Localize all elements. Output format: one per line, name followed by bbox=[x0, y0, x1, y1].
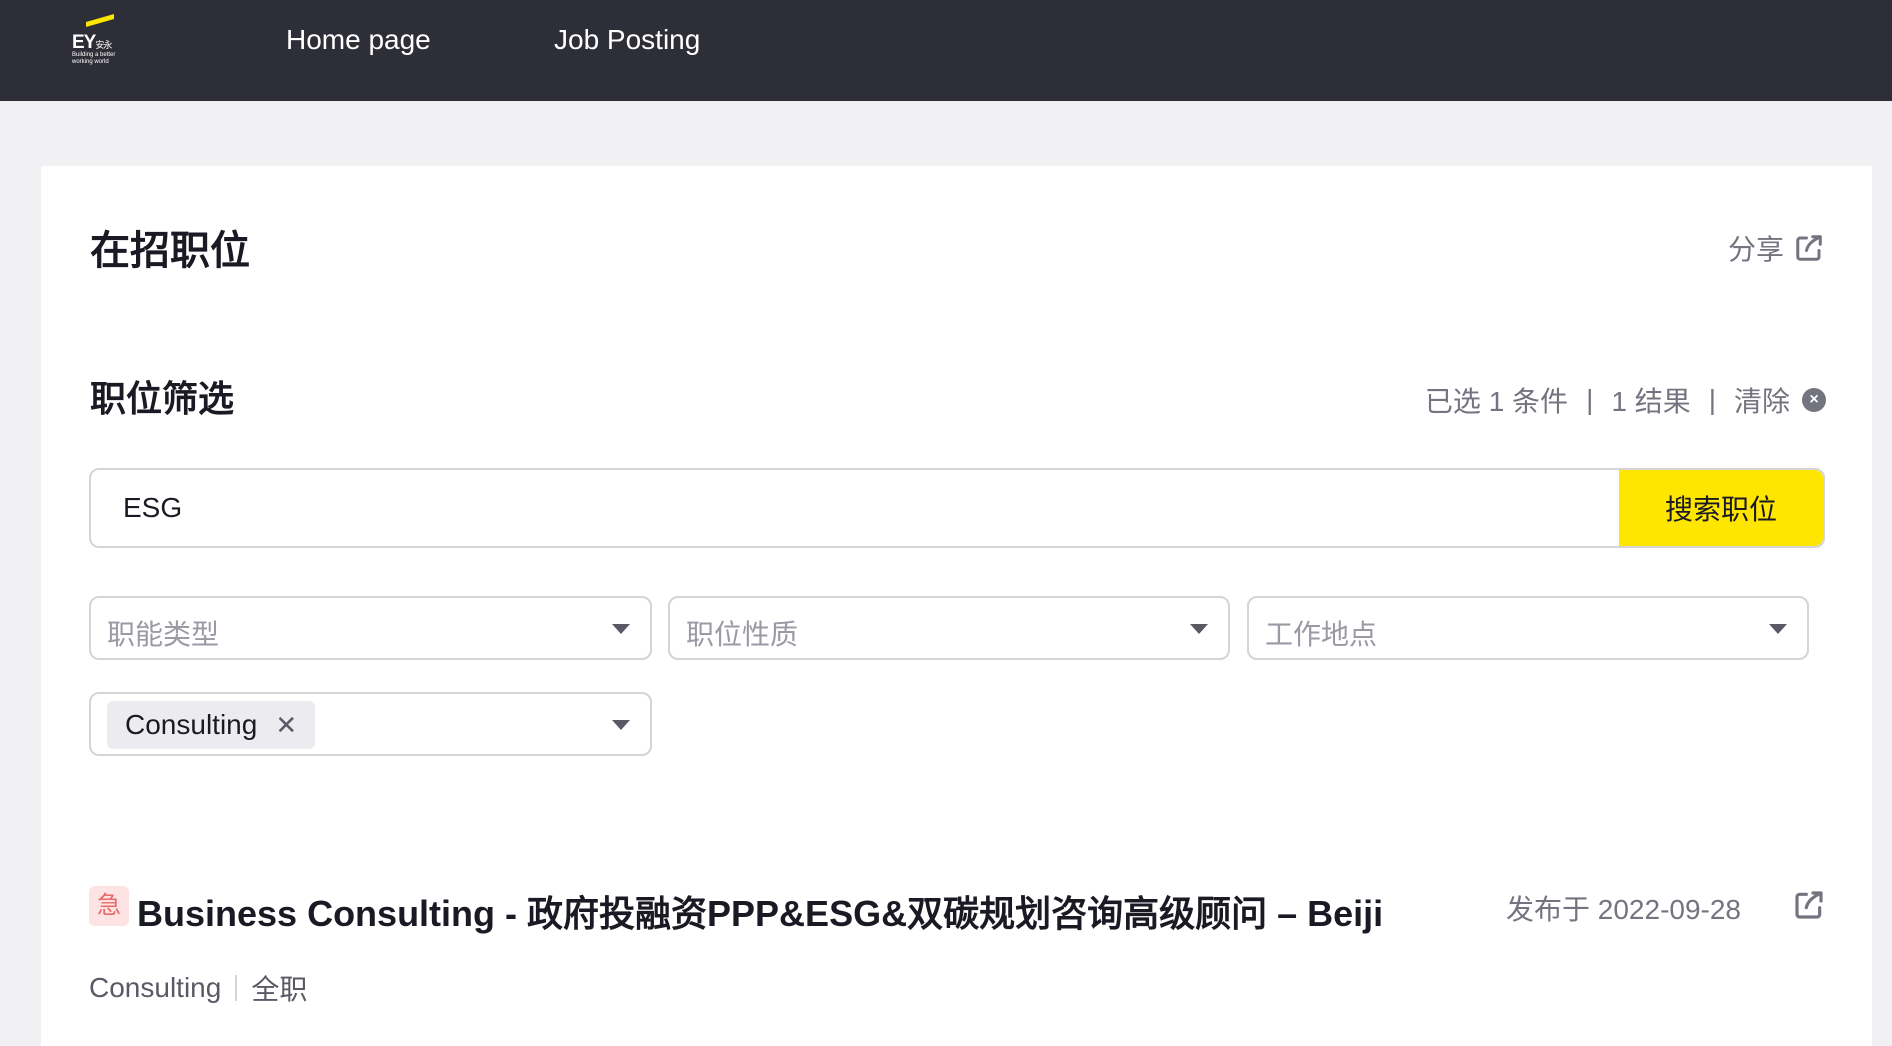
job-category: Consulting bbox=[89, 972, 222, 1003]
ey-logo[interactable]: EY安永 Building a better working world bbox=[68, 13, 118, 66]
chip-label: Consulting bbox=[125, 709, 258, 740]
select-placeholder: 工作地点 bbox=[1265, 619, 1378, 650]
work-location-select[interactable]: 工作地点 bbox=[1247, 596, 1809, 660]
urgent-badge: 急 bbox=[89, 886, 129, 926]
meta-divider bbox=[235, 975, 238, 1001]
remove-chip-icon[interactable]: ✕ bbox=[275, 710, 297, 741]
filter-section-title: 职位筛选 bbox=[90, 378, 235, 419]
filter-summary: 已选 1 条件 | 1 结果 | 清除 × bbox=[1425, 380, 1826, 420]
clear-filters-button[interactable]: 清除 × bbox=[1734, 380, 1826, 420]
service-line-select[interactable]: Consulting ✕ bbox=[89, 692, 652, 756]
page-title: 在招职位 bbox=[90, 229, 250, 273]
search-bar: 搜索职位 bbox=[89, 468, 1825, 548]
summary-divider: | bbox=[1586, 384, 1594, 415]
logo-tagline: Building a better working world bbox=[72, 52, 116, 65]
caret-down-icon bbox=[1769, 624, 1787, 634]
function-type-select[interactable]: 职能类型 bbox=[89, 596, 652, 660]
search-jobs-button[interactable]: 搜索职位 bbox=[1619, 470, 1823, 546]
result-count: 1 结果 bbox=[1611, 386, 1691, 417]
nav-home-page[interactable]: Home page bbox=[286, 24, 431, 56]
select-placeholder: 职位性质 bbox=[686, 619, 799, 650]
search-input[interactable] bbox=[91, 470, 1623, 546]
job-nature-select[interactable]: 职位性质 bbox=[668, 596, 1230, 660]
job-share-icon[interactable] bbox=[1793, 889, 1825, 921]
caret-down-icon bbox=[612, 624, 630, 634]
summary-divider: | bbox=[1708, 384, 1716, 415]
share-icon bbox=[1796, 235, 1822, 261]
logo-text: EY安永 bbox=[72, 32, 112, 53]
caret-down-icon bbox=[1190, 624, 1208, 634]
job-meta: Consulting 全职 bbox=[89, 968, 307, 1008]
job-posted-date: 发布于 2022-09-28 bbox=[1506, 894, 1742, 925]
nav-job-posting[interactable]: Job Posting bbox=[554, 24, 700, 56]
job-title-link[interactable]: Business Consulting - 政府投融资PPP&ESG&双碳规划咨… bbox=[137, 885, 1382, 937]
logo-beam-icon bbox=[86, 13, 114, 28]
select-placeholder: 职能类型 bbox=[107, 619, 220, 650]
selected-filter-chip: Consulting ✕ bbox=[107, 701, 316, 749]
caret-down-icon bbox=[612, 720, 630, 730]
share-label: 分享 bbox=[1727, 234, 1784, 265]
selected-conditions-count: 已选 1 条件 bbox=[1424, 386, 1569, 417]
share-button[interactable]: 分享 bbox=[1728, 228, 1824, 268]
close-circle-icon: × bbox=[1802, 388, 1826, 412]
clear-label: 清除 bbox=[1733, 386, 1790, 417]
job-type: 全职 bbox=[251, 974, 308, 1005]
top-navigation-bar: EY安永 Building a better working world Hom… bbox=[0, 0, 1892, 101]
